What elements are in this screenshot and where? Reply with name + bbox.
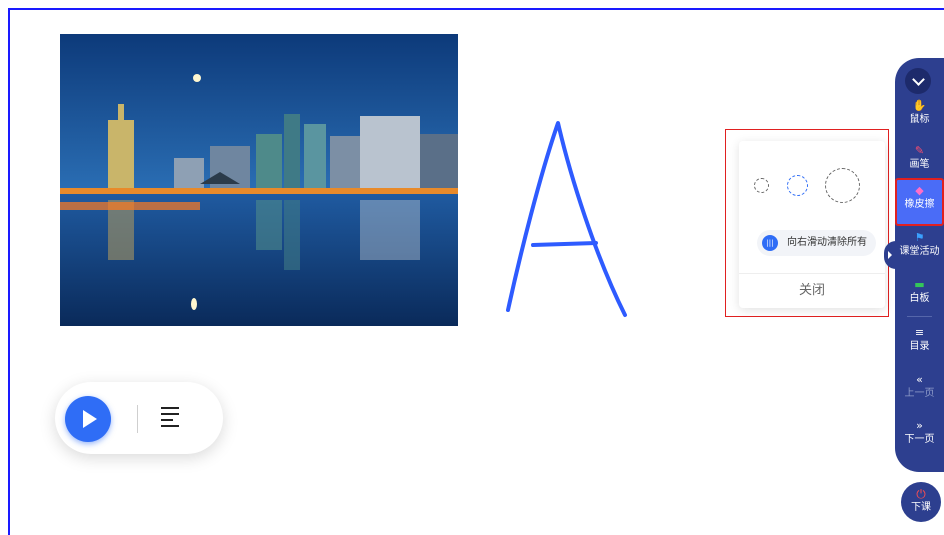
collapse-button[interactable]: [905, 68, 931, 94]
menu-button[interactable]: [161, 407, 183, 429]
eraser-size-large[interactable]: [825, 168, 860, 203]
eraser-size-medium[interactable]: [787, 175, 808, 196]
double-left-icon: «: [916, 373, 923, 386]
chevron-down-icon: [911, 72, 925, 86]
play-icon: [83, 410, 97, 428]
play-button[interactable]: [65, 396, 111, 442]
hand-icon: ✋: [912, 99, 927, 112]
slide-knob[interactable]: |||: [762, 235, 778, 251]
tool-class-activity[interactable]: ⚑ 课堂活动: [895, 231, 944, 259]
end-class-label: 下课: [911, 502, 931, 513]
power-icon: ⏻: [916, 487, 926, 501]
slide-to-clear-label: 向右滑动清除所有: [787, 237, 867, 248]
tool-mouse[interactable]: ✋ 鼠标: [895, 99, 944, 127]
tool-next-page[interactable]: » 下一页: [895, 419, 944, 447]
tool-whiteboard[interactable]: ▬ 白板: [895, 278, 944, 306]
tool-class-activity-label: 课堂活动: [899, 246, 940, 257]
flag-icon: ⚑: [914, 231, 925, 244]
list-icon: ≡: [914, 326, 925, 339]
frame-border-left: [8, 8, 10, 535]
slide-to-clear[interactable]: ||| 向右滑动清除所有: [757, 230, 876, 256]
end-class-button[interactable]: ⏻ 下课: [901, 482, 941, 522]
active-tool-highlight: [895, 178, 944, 226]
frame-border-top: [8, 8, 944, 10]
whiteboard-icon: ▬: [914, 278, 925, 291]
tool-next-page-label: 下一页: [904, 434, 935, 445]
tool-catalog[interactable]: ≡ 目录: [895, 326, 944, 354]
handwriting-stroke: [506, 121, 627, 317]
tool-mouse-label: 鼠标: [909, 114, 930, 125]
player-divider: [137, 405, 138, 433]
playback-control: [55, 382, 223, 454]
double-right-icon: »: [916, 419, 923, 432]
tool-pen[interactable]: ✎ 画笔: [895, 144, 944, 172]
eraser-size-small[interactable]: [754, 178, 769, 193]
eraser-popup: ||| 向右滑动清除所有 关闭: [739, 141, 885, 308]
tool-prev-page[interactable]: « 上一页: [895, 373, 944, 401]
tool-catalog-label: 目录: [909, 341, 930, 352]
slide-photo: [60, 34, 458, 326]
menu-lines-icon: [161, 407, 179, 409]
tool-whiteboard-label: 白板: [909, 293, 930, 304]
tool-prev-page-label: 上一页: [904, 388, 935, 399]
tool-pen-label: 画笔: [909, 159, 930, 170]
toolbar-divider: [907, 316, 932, 317]
close-button[interactable]: 关闭: [739, 274, 885, 308]
pen-icon: ✎: [914, 144, 925, 157]
side-toolbar: ✋ 鼠标 ✎ 画笔 ◆ 橡皮擦 ⚑ 课堂活动 ▬ 白板 ≡ 目录 « 上一页 »…: [895, 58, 944, 472]
